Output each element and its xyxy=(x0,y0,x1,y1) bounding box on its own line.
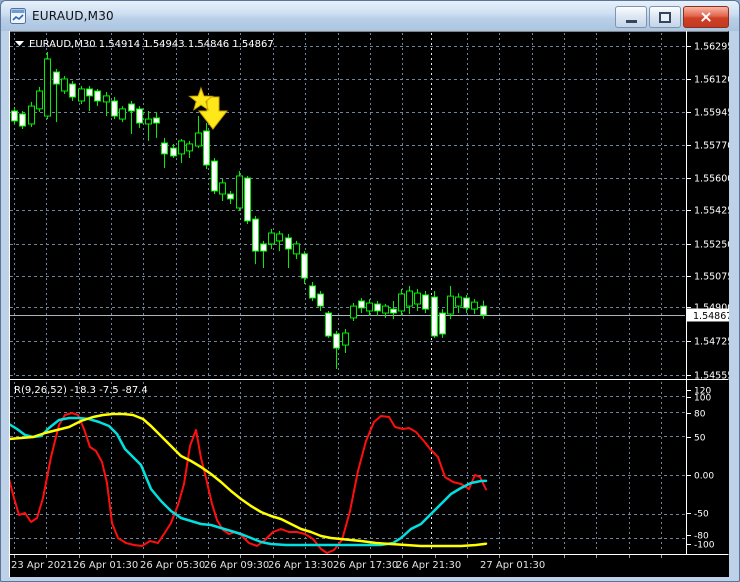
candle-bull xyxy=(236,175,243,209)
price-axis-label: 1.55945 xyxy=(694,108,729,119)
candle-bear xyxy=(439,312,446,335)
indicator-axis-label: 80 xyxy=(694,410,706,420)
indicator-axis-label: 50 xyxy=(694,434,706,444)
app-icon xyxy=(10,8,26,24)
candle-bear xyxy=(128,103,135,112)
candle-bear xyxy=(211,160,218,192)
time-axis-label: 26 Apr 21:30 xyxy=(396,560,461,571)
candle-bear xyxy=(69,83,76,98)
candle-bull xyxy=(44,58,51,117)
candle-bear xyxy=(153,117,160,124)
price-axis-label: 1.55600 xyxy=(694,174,729,185)
candle-bull xyxy=(119,108,126,120)
close-button[interactable] xyxy=(683,6,729,28)
candle-bull xyxy=(78,88,85,102)
price-axis-label: 1.54725 xyxy=(694,337,729,348)
candle-bull xyxy=(276,233,283,242)
window-controls xyxy=(613,6,729,28)
candle-bear xyxy=(111,100,118,117)
time-axis-label: 26 Apr 05:30 xyxy=(140,560,205,571)
chart-canvas[interactable]: 1.56295 1.56120 1.55945 1.55770 1.55600 1.554… xyxy=(7,30,733,577)
candle-bull xyxy=(28,105,35,125)
candle-bull xyxy=(293,243,300,255)
candle-bull xyxy=(178,140,185,155)
candle-bull xyxy=(195,132,202,147)
time-axis-label: 26 Apr 17:30 xyxy=(333,560,398,571)
candle-bull xyxy=(36,90,43,110)
candle-bear xyxy=(358,300,365,309)
candle-bull xyxy=(186,143,193,152)
indicator-axis-label: 100 xyxy=(694,394,711,404)
candle-bear xyxy=(244,177,251,222)
candle-bear xyxy=(19,113,26,127)
candle-bear xyxy=(374,303,381,312)
time-axis-label: 26 Apr 01:30 xyxy=(73,560,138,571)
candle-bear xyxy=(161,142,168,155)
candle-bull xyxy=(366,302,373,312)
chart-area: 1.56295 1.56120 1.55945 1.55770 1.55600 1.554… xyxy=(7,30,733,577)
candle-bull xyxy=(382,305,389,314)
candle-bear xyxy=(463,297,470,309)
minimize-icon xyxy=(625,20,637,23)
price-axis-label: 1.55770 xyxy=(694,141,729,152)
candle-bull xyxy=(455,296,462,307)
candle-bull xyxy=(145,118,152,125)
window-title: EURAUD,M30 xyxy=(32,9,114,23)
time-axis-label: 27 Apr 01:30 xyxy=(480,560,545,571)
minimize-button[interactable] xyxy=(615,6,647,28)
ohlc-readout: EURAUD,M30 1.54914 1.54943 1.54846 1.548… xyxy=(29,39,274,50)
candle-bull xyxy=(219,182,226,195)
candle-bear xyxy=(317,293,324,307)
candle-bear xyxy=(94,90,101,102)
candle-bull xyxy=(471,301,478,310)
restore-button[interactable] xyxy=(649,6,681,28)
candle-bear xyxy=(325,312,332,337)
candle-bull xyxy=(103,95,110,103)
candle-bull xyxy=(61,78,68,92)
candle-bear xyxy=(53,71,60,85)
candle-bear xyxy=(333,333,340,349)
chart-header: EURAUD,M30 1.54914 1.54943 1.54846 1.548… xyxy=(15,39,274,50)
candle-bull xyxy=(447,295,454,315)
chart-window: EURAUD,M30 1.562951.561201.559451.557701… xyxy=(0,0,740,582)
candle-bear xyxy=(203,130,210,166)
time-axis-label: 26 Apr 13:30 xyxy=(268,560,333,571)
candle-bear xyxy=(86,88,93,97)
price-axis-label: 1.56120 xyxy=(694,75,729,86)
close-icon xyxy=(699,10,713,24)
candle-bear xyxy=(227,193,234,200)
title-bar[interactable]: EURAUD,M30 xyxy=(1,1,739,31)
indicator-axis-label: -50 xyxy=(694,510,709,520)
candle-bear xyxy=(480,305,487,316)
price-axis-label: 1.56295 xyxy=(694,42,729,53)
indicator-axis-label: 0.00 xyxy=(694,472,714,482)
candle-bear xyxy=(11,110,18,122)
price-axis-label: 1.55250 xyxy=(694,240,729,251)
candle-bear xyxy=(285,237,292,250)
candle-bear xyxy=(136,108,143,124)
candle-bull xyxy=(414,292,421,305)
bid-price-text: 1.54867 xyxy=(693,311,729,322)
price-axis-label: 1.55075 xyxy=(694,272,729,283)
candle-bear xyxy=(390,308,397,314)
price-axis-label: 1.54555 xyxy=(694,371,729,382)
indicator-axis-label: -100 xyxy=(694,541,715,551)
restore-icon xyxy=(659,11,671,23)
candle-bear xyxy=(301,253,308,279)
candle-bear xyxy=(309,285,316,299)
time-axis-label: 23 Apr 2021 xyxy=(11,560,73,571)
candle-bear xyxy=(260,243,267,252)
candle-bull xyxy=(398,293,405,312)
candle-bear xyxy=(431,296,438,337)
candle-bull xyxy=(342,332,349,346)
candle-bear xyxy=(422,294,429,310)
indicator-label: R(9,26,52) -18.3 -7.5 -87.4 xyxy=(14,385,148,396)
candle-bear xyxy=(252,218,259,252)
candle-bull xyxy=(406,290,413,307)
time-axis-label: 26 Apr 09:30 xyxy=(204,560,269,571)
candle-bull xyxy=(350,305,357,319)
candle-bull xyxy=(268,232,275,245)
price-axis-label: 1.55425 xyxy=(694,206,729,217)
candle-bear xyxy=(170,147,177,157)
